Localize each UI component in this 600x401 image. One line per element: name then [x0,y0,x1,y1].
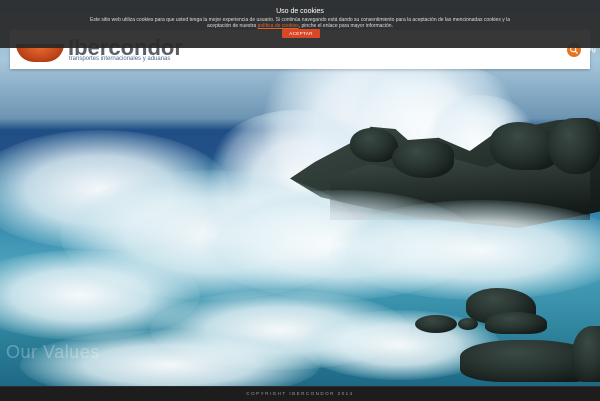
accept-cookies-button[interactable]: ACEPTAR [282,29,320,38]
logo-tagline: transportes internacionales y aduanas [69,56,171,62]
hero-watermark-text: Our Values [6,342,100,362]
copyright-text: COPYRIGHT IBERCONDOR 2014 [246,391,354,396]
cookie-title: Uso de cookies [276,8,324,15]
cookie-message: Este sitio web utiliza cookies para que … [90,17,510,29]
site-footer: COPYRIGHT IBERCONDOR 2014 [0,386,600,401]
cookie-consent-bar: Uso de cookies Este sitio web utiliza co… [0,0,600,48]
